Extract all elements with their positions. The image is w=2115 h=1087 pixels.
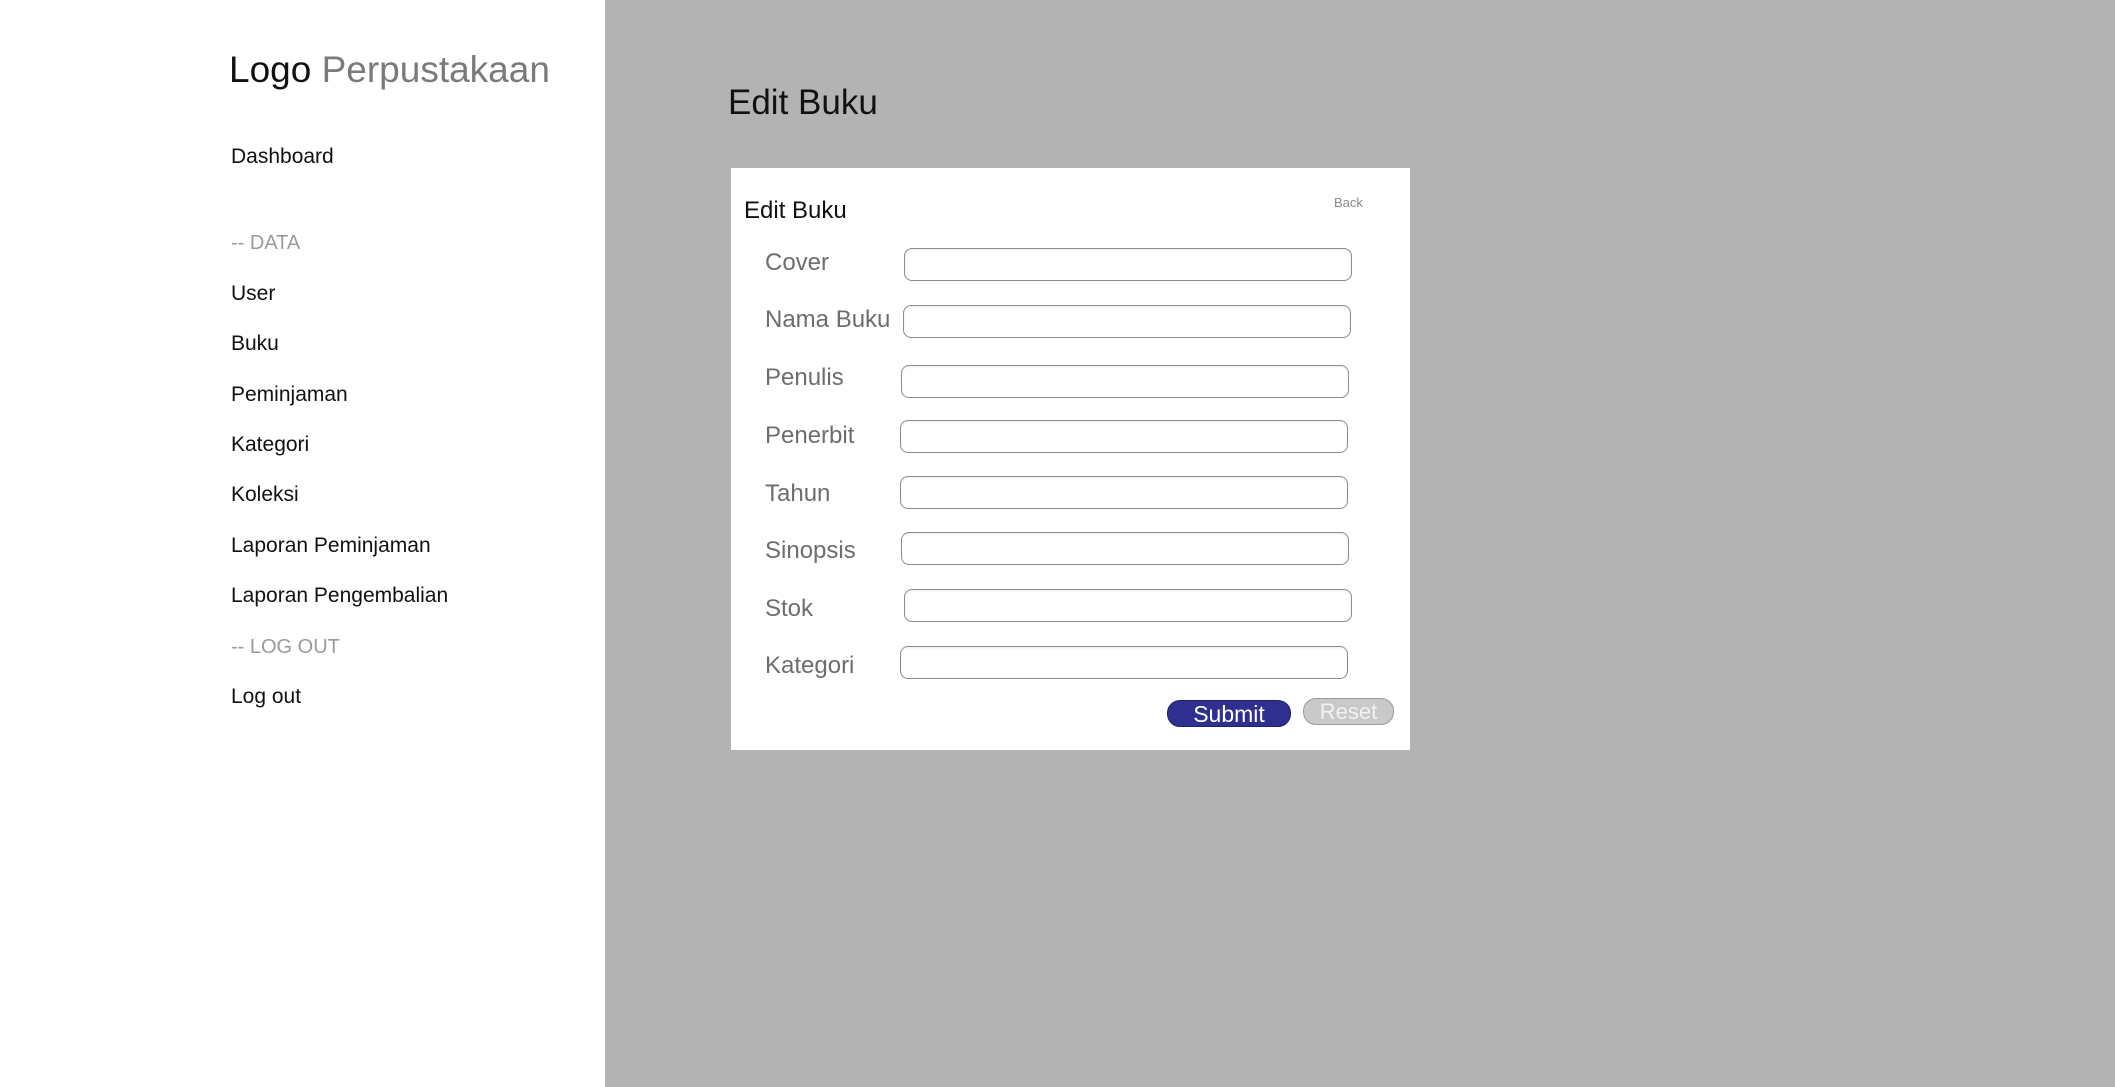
field-label-penerbit: Penerbit [765,422,855,449]
sidebar-item-kategori[interactable]: Kategori [231,432,309,457]
app-logo[interactable]: Logo Perpustakaan [229,48,550,92]
sidebar-item-dashboard[interactable]: Dashboard [231,144,334,169]
edit-book-form-card: Edit Buku Back Cover Nama Buku Penulis P… [731,168,1410,750]
field-label-nama-buku: Nama Buku [765,306,891,333]
back-link[interactable]: Back [1334,195,1363,211]
tahun-input[interactable] [900,476,1348,509]
stok-input[interactable] [904,589,1352,622]
logo-text: Logo [229,49,312,90]
field-label-sinopsis: Sinopsis [765,537,856,564]
page-title: Edit Buku [728,83,878,122]
field-label-penulis: Penulis [765,364,844,391]
sidebar-item-koleksi[interactable]: Koleksi [231,482,299,507]
submit-button[interactable]: Submit [1167,700,1291,727]
form-title: Edit Buku [744,197,847,224]
sidebar-item-user[interactable]: User [231,281,275,306]
sidebar-item-logout[interactable]: Log out [231,684,301,709]
cover-input[interactable] [904,248,1352,281]
sidebar-section-logout: -- LOG OUT [231,636,340,658]
sidebar-item-buku[interactable]: Buku [231,331,279,356]
penulis-input[interactable] [901,365,1349,398]
field-label-tahun: Tahun [765,480,831,507]
sinopsis-input[interactable] [901,532,1349,565]
sidebar-section-data: -- DATA [231,232,301,254]
kategori-input[interactable] [900,646,1348,679]
sidebar-item-peminjaman[interactable]: Peminjaman [231,382,348,407]
penerbit-input[interactable] [900,420,1348,453]
sidebar: Logo Perpustakaan Dashboard -- DATA User… [0,0,605,1087]
field-label-stok: Stok [765,595,814,622]
sidebar-item-laporan-peminjaman[interactable]: Laporan Peminjaman [231,533,431,558]
reset-button[interactable]: Reset [1303,698,1394,725]
field-label-kategori: Kategori [765,652,855,679]
field-label-cover: Cover [765,249,830,276]
sidebar-item-laporan-pengembalian[interactable]: Laporan Pengembalian [231,583,448,608]
logo-app-name: Perpustakaan [321,49,550,90]
nama-buku-input[interactable] [903,305,1351,338]
